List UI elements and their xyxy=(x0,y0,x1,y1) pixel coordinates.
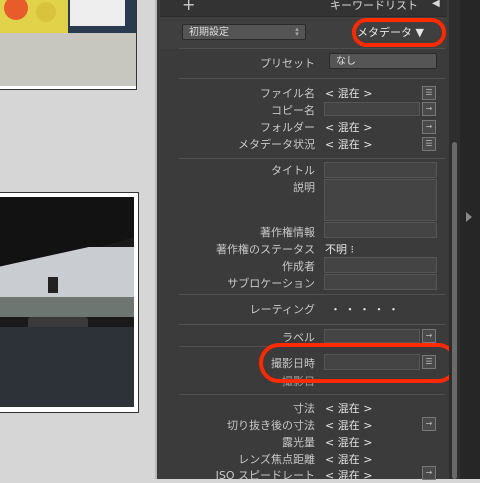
folder-value: < 混在 > xyxy=(325,121,373,134)
description-label: 説明 xyxy=(293,181,315,194)
keyword-list-title: キーワードリスト xyxy=(330,0,418,12)
dimensions-value: < 混在 > xyxy=(325,402,373,415)
airport-photo-image xyxy=(0,197,134,407)
file-name-label: ファイル名 xyxy=(260,87,315,100)
select-stepper-icon: ▴ ▾ xyxy=(295,25,299,38)
add-keyword-icon[interactable]: + xyxy=(182,0,195,14)
metadata-status-value: < 混在 > xyxy=(325,138,373,151)
collapse-left-icon[interactable]: ◀ xyxy=(432,0,440,9)
copyright-field[interactable] xyxy=(324,222,437,238)
right-panel-edge[interactable] xyxy=(460,0,480,479)
food-photo-image xyxy=(0,0,136,86)
title-field[interactable] xyxy=(324,162,437,178)
metadata-toolbar: 初期設定 ▴ ▾ メタデータ ▼ xyxy=(160,16,447,49)
default-preset-value: 初期設定 xyxy=(189,27,229,38)
copyright-status-value[interactable]: 不明 ⁝ xyxy=(325,241,354,257)
highlight-oval-metadata xyxy=(352,18,446,47)
iso-arrow-icon[interactable]: → xyxy=(422,466,436,480)
sublocation-field[interactable] xyxy=(324,274,437,290)
creator-label: 作成者 xyxy=(282,260,315,273)
cropped-dimensions-label: 切り抜き後の寸法 xyxy=(227,419,315,432)
preset-value: なし xyxy=(336,56,356,67)
file-name-value: < 混在 > xyxy=(325,87,373,100)
metadata-status-label: メタデータ状況 xyxy=(238,138,315,151)
cropped-dimensions-value: < 混在 > xyxy=(325,419,373,432)
library-grid xyxy=(0,0,155,479)
color-label-arrow-icon[interactable]: → xyxy=(422,329,436,343)
description-field[interactable] xyxy=(324,179,437,221)
photo-thumbnail-1[interactable] xyxy=(0,0,136,89)
rating-stars[interactable]: ・ ・ ・ ・ ・ xyxy=(330,301,399,317)
preset-select[interactable]: なし xyxy=(329,53,437,69)
folder-label: フォルダー xyxy=(260,121,315,134)
copy-name-arrow-icon[interactable]: → xyxy=(422,102,436,116)
photo-thumbnail-2[interactable] xyxy=(0,193,138,412)
folder-arrow-icon[interactable]: → xyxy=(422,120,436,134)
copy-name-label: コピー名 xyxy=(271,104,315,117)
creator-field[interactable] xyxy=(324,257,437,273)
copy-name-field[interactable] xyxy=(324,102,420,116)
color-label-field[interactable] xyxy=(324,329,420,343)
sublocation-label: サブロケーション xyxy=(227,277,315,290)
copyright-status-label: 著作権のステータス xyxy=(216,243,315,256)
iso-label: ISO スピードレート xyxy=(215,469,315,482)
title-label: タイトル xyxy=(271,164,315,177)
default-preset-select[interactable]: 初期設定 ▴ ▾ xyxy=(182,24,306,40)
exposure-label: 露光量 xyxy=(282,436,315,449)
highlight-oval-capture-time xyxy=(259,343,458,383)
exposure-value: < 混在 > xyxy=(325,436,373,449)
focal-length-label: レンズ焦点距離 xyxy=(238,453,315,466)
food-photo xyxy=(0,0,136,86)
airport-photo xyxy=(0,197,134,407)
preset-label: プリセット xyxy=(260,57,315,70)
scrollbar-thumb[interactable] xyxy=(452,142,457,479)
focal-length-value: < 混在 > xyxy=(325,453,373,466)
cropped-dimensions-arrow-icon[interactable]: → xyxy=(422,417,436,431)
keyword-list-header[interactable]: + キーワードリスト ◀ xyxy=(160,0,447,16)
rating-label: レーティング xyxy=(249,303,315,316)
expand-right-icon[interactable] xyxy=(466,212,472,222)
file-name-list-icon[interactable]: ☰ xyxy=(422,86,436,100)
metadata-status-list-icon[interactable]: ☰ xyxy=(422,137,436,151)
copyright-label: 著作権情報 xyxy=(260,226,315,239)
panel-scrollbar[interactable] xyxy=(449,0,460,479)
iso-value: < 混在 > xyxy=(325,469,373,482)
dimensions-label: 寸法 xyxy=(293,402,315,415)
